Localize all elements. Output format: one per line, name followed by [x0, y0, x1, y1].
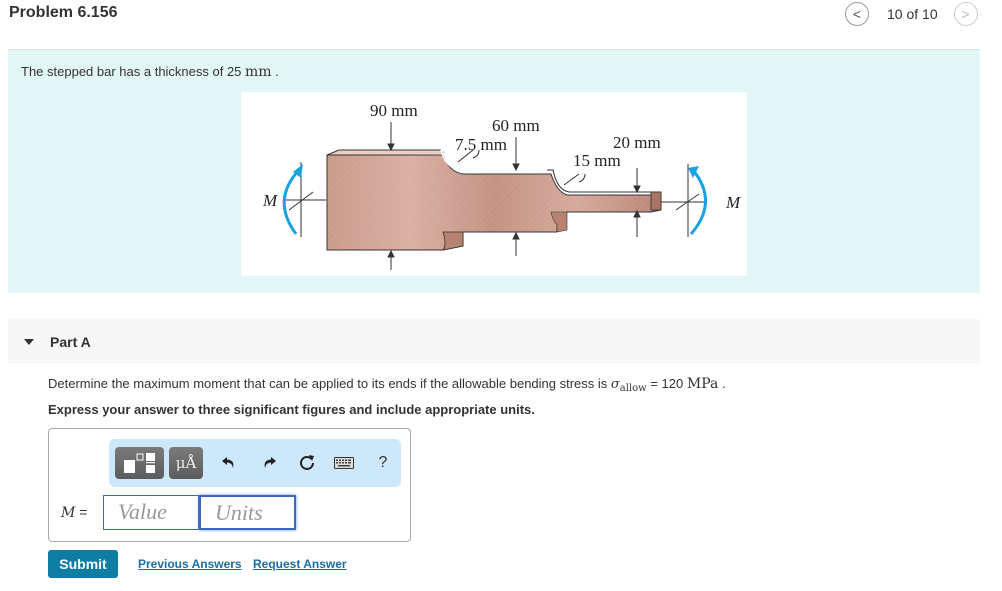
stress-value: = 120 [646, 376, 687, 391]
answer-instruction: Express your answer to three significant… [48, 402, 535, 417]
question-main: Determine the maximum moment that can be… [48, 376, 611, 391]
next-problem-button[interactable]: > [953, 2, 978, 26]
help-icon: ? [378, 454, 388, 471]
bar-step-edge [547, 169, 661, 193]
request-answer-link[interactable]: Request Answer [253, 557, 347, 571]
dim-label-20mm: 20 mm [613, 133, 661, 152]
help-button[interactable]: ? [373, 453, 393, 473]
units-input[interactable]: Units [199, 495, 296, 530]
stress-unit: MPa [686, 376, 719, 392]
answer-variable: M [61, 505, 76, 521]
templates-icon [123, 453, 155, 473]
previous-problem-button[interactable]: < [845, 2, 869, 26]
submit-button[interactable]: Submit [48, 550, 118, 578]
moment-arrow-left-icon [282, 168, 301, 235]
moment-left: M [262, 162, 326, 237]
reset-icon [300, 455, 314, 470]
sigma-subscript: allow [619, 383, 647, 394]
value-input[interactable]: Value [103, 495, 199, 530]
dim-label-7-5mm: 7.5 mm [455, 135, 507, 154]
intro-text-end: . [271, 64, 279, 79]
stepped-bar-figure: M M 90 mm 60 mm 7.5 mm 20 mm 15 mm [241, 92, 747, 276]
bar-top-face [327, 150, 445, 155]
thickness-unit: mm [245, 64, 272, 80]
moment-right: M [661, 164, 741, 237]
problem-pager: < 10 of 10 > [845, 2, 978, 26]
part-a-label: Part A [50, 333, 91, 350]
intro-text-main: The stepped bar has a thickness of 25 [21, 64, 246, 79]
bar-end-face [650, 191, 662, 211]
units-icon: μÅ [175, 454, 197, 472]
units-placeholder: Units [215, 500, 263, 525]
reset-button[interactable] [297, 453, 317, 473]
undo-button[interactable] [219, 453, 239, 473]
redo-icon [264, 457, 276, 468]
sigma-symbol: σ [610, 377, 620, 392]
answer-variable-label: M = [61, 504, 87, 521]
answer-equals: = [75, 504, 88, 520]
stepped-bar-diagram: M M 90 mm 60 mm 7.5 mm 20 mm 15 mm [262, 101, 741, 270]
bar-notch-lower-1 [442, 231, 464, 251]
question-text: Determine the maximum moment that can be… [48, 376, 726, 394]
templates-button[interactable] [115, 447, 164, 479]
part-a-header[interactable]: Part A [8, 319, 980, 364]
previous-answers-link[interactable]: Previous Answers [138, 557, 242, 571]
intro-text: The stepped bar has a thickness of 25 mm… [21, 64, 279, 80]
answer-box: μÅ ? M = Value Units [48, 428, 411, 542]
question-end: . [718, 376, 726, 391]
chevron-right-icon: > [961, 6, 970, 22]
dim-label-60mm: 60 mm [492, 116, 540, 135]
dim-label-15mm: 15 mm [573, 151, 621, 170]
moment-label-right: M [725, 193, 741, 212]
problem-intro-panel: The stepped bar has a thickness of 25 mm… [8, 49, 980, 293]
chevron-left-icon: < [852, 6, 862, 22]
value-placeholder: Value [118, 499, 167, 524]
units-button[interactable]: μÅ [169, 447, 203, 479]
problem-position: 10 of 10 [887, 6, 938, 22]
moment-label-left: M [262, 191, 278, 210]
redo-button[interactable] [259, 453, 279, 473]
collapse-triangle-icon [24, 338, 34, 345]
math-toolbar: μÅ ? [109, 439, 401, 487]
keyboard-icon [334, 457, 354, 469]
undo-icon [222, 457, 234, 468]
dim-label-90mm: 90 mm [370, 101, 418, 120]
problem-title: Problem 6.156 [9, 4, 118, 21]
keyboard-button[interactable] [333, 453, 355, 473]
